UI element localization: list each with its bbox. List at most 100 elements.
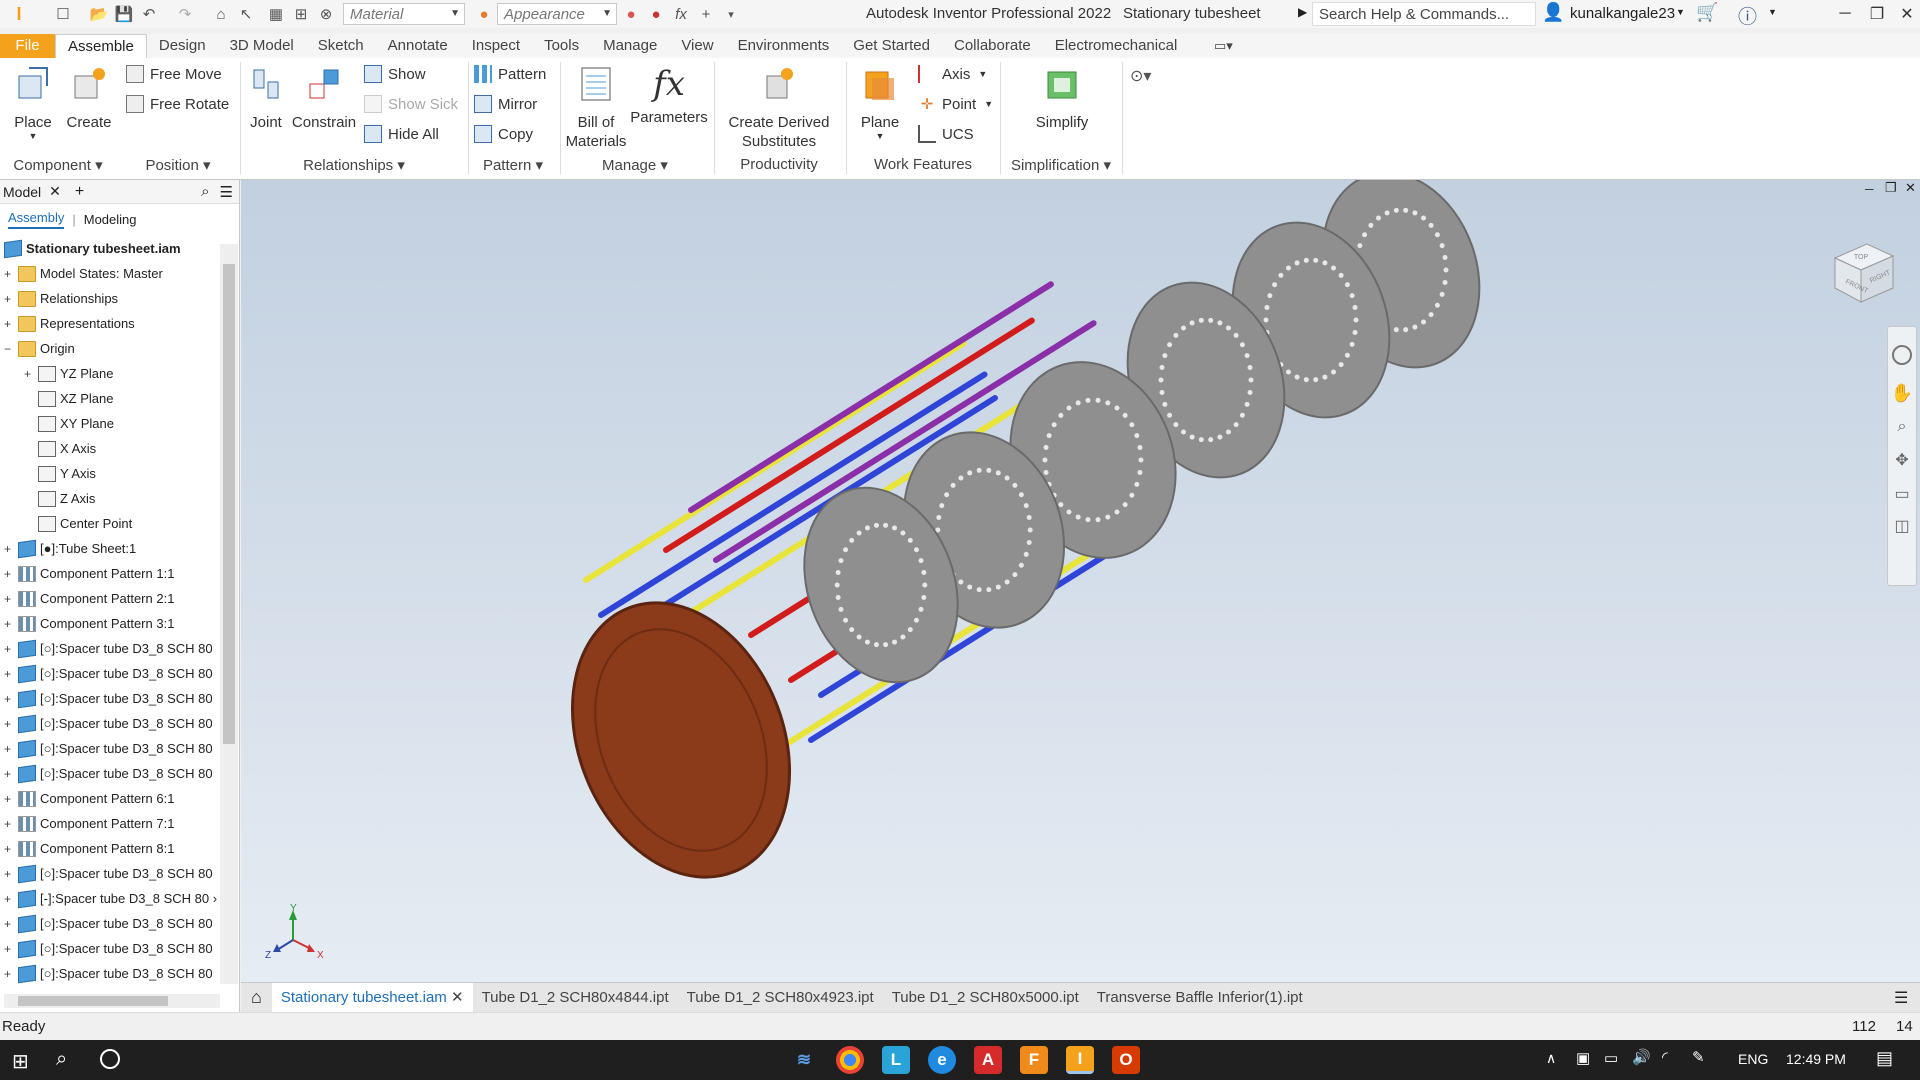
taskbar-app-icon[interactable]: ≋ — [790, 1046, 818, 1074]
tree-item[interactable]: + [○]:Spacer tube D3_8 SCH 80 — [4, 636, 213, 661]
scrollbar-thumb[interactable] — [223, 264, 235, 744]
document-tabs-menu-icon[interactable]: ☰ — [1894, 988, 1908, 1008]
look-at-icon[interactable]: ▭ — [1888, 484, 1916, 504]
chrome-icon[interactable] — [836, 1046, 864, 1074]
tree-item[interactable]: Center Point — [24, 511, 132, 536]
pen-icon[interactable]: ✎ — [1692, 1048, 1705, 1066]
expand-icon[interactable]: + — [4, 317, 14, 331]
tree-item[interactable]: + [○]:Spacer tube D3_8 SCH 80 — [4, 736, 213, 761]
view-face-icon[interactable]: ◫ — [1888, 516, 1916, 536]
ribbon-tab-manage[interactable]: Manage — [591, 34, 669, 58]
zoom-icon[interactable]: ⌕ — [1888, 418, 1916, 436]
tree-item[interactable]: X Axis — [24, 436, 96, 461]
close-icon[interactable]: ✕ — [1892, 0, 1920, 28]
free-rotate-button[interactable]: Free Rotate — [126, 93, 229, 115]
expand-icon[interactable]: + — [4, 667, 14, 681]
save-icon[interactable]: 💾 — [113, 3, 135, 25]
tray-chevron-icon[interactable]: ∧ — [1546, 1050, 1556, 1067]
tree-item[interactable]: + [○]:Spacer tube D3_8 SCH 80 — [4, 936, 213, 961]
browser-scrollbar[interactable] — [220, 244, 238, 984]
document-tab[interactable]: Transverse Baffle Inferior(1).ipt — [1088, 983, 1312, 1013]
ribbon-tab-design[interactable]: Design — [147, 34, 218, 58]
inventor-taskbar-icon[interactable]: I — [1066, 1046, 1094, 1074]
meet-icon[interactable]: ▣ — [1576, 1049, 1590, 1067]
view-cube[interactable]: TOP FRONT RIGHT — [1821, 228, 1901, 308]
plane-button[interactable]: Plane ▼ — [852, 58, 908, 141]
menu-icon[interactable]: ☰ — [220, 183, 233, 201]
measure-icon[interactable]: ▦ — [265, 3, 287, 25]
tree-item[interactable]: + [○]:Spacer tube D3_8 SCH 80 — [4, 761, 213, 786]
appearance-ball-icon[interactable]: ● — [473, 3, 495, 25]
group-pattern[interactable]: Pattern ▾ — [468, 156, 558, 174]
group-component[interactable]: Component ▾ — [0, 156, 116, 174]
minimize-icon[interactable]: ─ — [1830, 0, 1860, 28]
expand-icon[interactable]: + — [4, 692, 14, 706]
tree-item[interactable]: + Component Pattern 2:1 — [4, 586, 174, 611]
bill-of-materials-button[interactable]: Bill of Materials — [562, 58, 630, 151]
expand-icon[interactable]: + — [4, 717, 14, 731]
viewport-restore-icon[interactable]: ❐ — [1885, 180, 1897, 196]
language-indicator[interactable]: ENG — [1738, 1051, 1768, 1067]
ribbon-tab-get-started[interactable]: Get Started — [841, 34, 942, 58]
group-simplification[interactable]: Simplification ▾ — [1002, 156, 1120, 174]
show-button[interactable]: Show — [364, 63, 426, 85]
close-tab-icon[interactable]: ✕ — [447, 989, 464, 1006]
lightshot-icon[interactable]: L — [882, 1046, 910, 1074]
restore-icon[interactable]: ❐ — [1862, 0, 1892, 28]
create-button[interactable]: Create — [62, 58, 116, 132]
tree-item[interactable]: + Representations — [4, 311, 135, 336]
expand-icon[interactable]: + — [4, 567, 14, 581]
expand-icon[interactable]: + — [4, 742, 14, 756]
create-derived-substitutes-button[interactable]: Create Derived Substitutes — [718, 58, 840, 151]
ucs-button[interactable]: UCS — [918, 123, 974, 145]
close-model-tab-icon[interactable]: ✕ — [49, 183, 61, 200]
material-dropdown[interactable]: Material ▼ — [343, 3, 465, 25]
h-scrollbar[interactable] — [4, 994, 220, 1008]
user-icon[interactable]: 👤 — [1542, 2, 1564, 23]
tree-item[interactable]: + [○]:Spacer tube D3_8 SCH 80 — [4, 911, 213, 936]
assembly-view-tab[interactable]: Assembly — [8, 210, 65, 229]
ribbon-options-icon[interactable]: ▭▾ — [1214, 38, 1233, 54]
graphics-viewport[interactable]: TOP FRONT RIGHT ─ ❐ ✕ ✋ ⌕ ✥ ▭ ◫ Y X Z — [241, 180, 1920, 982]
tree-item[interactable]: Y Axis — [24, 461, 96, 486]
inventor-logo-icon[interactable]: I — [8, 3, 30, 25]
hide-all-button[interactable]: Hide All — [364, 123, 439, 145]
document-tab[interactable]: Tube D1_2 SCH80x5000.ipt — [883, 983, 1088, 1013]
collapse-icon[interactable]: − — [4, 342, 14, 356]
windows-start-icon[interactable]: ⊞ — [12, 1049, 29, 1074]
mirror-button[interactable]: Mirror — [474, 93, 537, 115]
tree-item[interactable]: + [-]:Spacer tube D3_8 SCH 80 › — [4, 886, 217, 911]
tree-item[interactable]: + [○]:Spacer tube D3_8 SCH 80 — [4, 961, 213, 986]
place-button[interactable]: Place ▼ — [6, 58, 60, 141]
ribbon-tab-sketch[interactable]: Sketch — [306, 34, 376, 58]
open-file-icon[interactable]: 📂 — [88, 3, 110, 25]
material-ball-icon[interactable]: ⊗ — [315, 3, 337, 25]
autocad-icon[interactable]: A — [974, 1046, 1002, 1074]
expand-icon[interactable]: + — [4, 642, 14, 656]
parameters-button[interactable]: fx Parameters — [630, 58, 708, 127]
copy-button[interactable]: Copy — [474, 123, 533, 145]
expand-arrow-icon[interactable]: ▶ — [1298, 5, 1307, 19]
tree-item[interactable]: + Component Pattern 6:1 — [4, 786, 174, 811]
expand-icon[interactable]: + — [4, 592, 14, 606]
ribbon-more-icon[interactable]: ⊙▾ — [1130, 66, 1151, 86]
expand-icon[interactable]: + — [4, 967, 14, 981]
tree-item[interactable]: − Origin — [4, 336, 75, 361]
group-relationships[interactable]: Relationships ▾ — [244, 156, 464, 174]
tree-item[interactable]: Z Axis — [24, 486, 95, 511]
appearance-dropdown[interactable]: Appearance ▼ — [497, 3, 617, 25]
help-chevron-icon[interactable]: ▼ — [1768, 7, 1777, 17]
user-name[interactable]: kunalkangale23 — [1570, 5, 1675, 22]
edge-icon[interactable]: e — [928, 1046, 956, 1074]
add-icon[interactable]: + — [695, 3, 717, 25]
home-tab-icon[interactable]: ⌂ — [241, 987, 272, 1008]
model-tab[interactable]: Model — [0, 184, 41, 200]
search-icon[interactable]: ⌕ — [56, 1048, 67, 1071]
ribbon-tab-inspect[interactable]: Inspect — [460, 34, 532, 58]
h-scrollbar-thumb[interactable] — [18, 996, 168, 1006]
wifi-icon[interactable]: ◜ — [1662, 1048, 1668, 1066]
adjust-appearance-icon[interactable]: ● — [620, 3, 642, 25]
document-tab[interactable]: Tube D1_2 SCH80x4844.ipt — [473, 983, 678, 1013]
add-tab-icon[interactable]: + — [75, 183, 84, 201]
select-icon[interactable]: ↖ — [235, 3, 257, 25]
